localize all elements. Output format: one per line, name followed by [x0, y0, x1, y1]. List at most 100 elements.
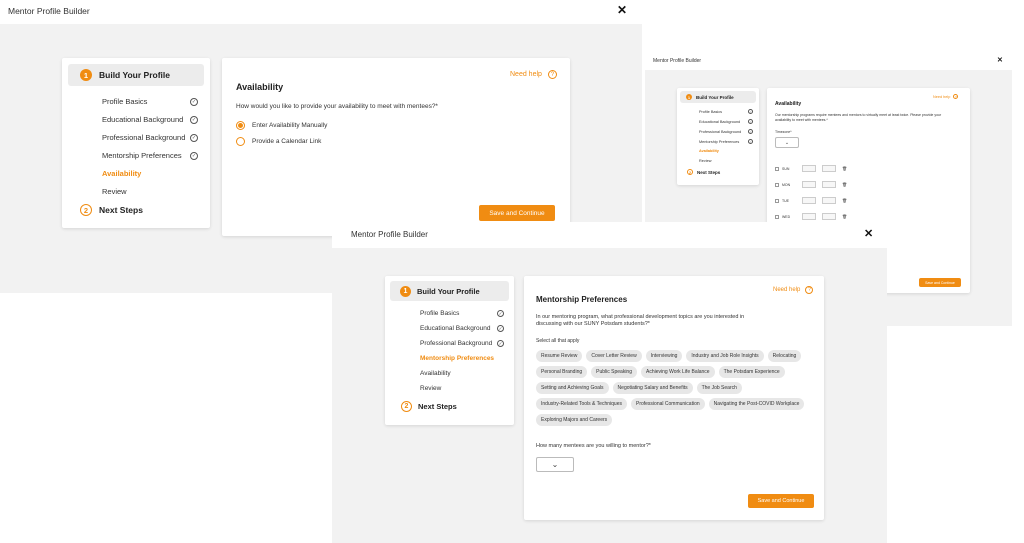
topic-tag-industry-job-role-insights[interactable]: Industry and Job Role Insights — [686, 350, 764, 362]
check-circle-icon: ✓ — [748, 109, 753, 114]
progress-sidebar: 1 Build Your Profile Profile Basics ✓ Ed… — [62, 58, 210, 228]
radio-indicator[interactable] — [236, 137, 245, 146]
radio-label: Provide a Calendar Link — [252, 138, 322, 145]
save-and-continue-button[interactable]: Save and Continue — [748, 494, 814, 508]
need-help-link[interactable]: Need help ? — [933, 94, 959, 99]
question-circle-icon: ? — [547, 70, 557, 79]
start-time-input[interactable] — [802, 181, 816, 188]
day-label: MON — [782, 182, 791, 187]
topic-tag-cover-letter-review[interactable]: Cover Letter Review — [586, 350, 642, 362]
panel-title: Mentorship Preferences — [536, 295, 628, 304]
day-row-mon: MON 🗑 — [775, 181, 847, 188]
radio-calendar-link[interactable]: Provide a Calendar Link — [236, 137, 321, 146]
availability-intro: Our mentorship programs require mentees … — [775, 113, 942, 122]
nav-profile-basics[interactable]: Profile Basics ✓ — [420, 310, 504, 317]
topic-tag-public-speaking[interactable]: Public Speaking — [591, 366, 637, 378]
close-icon[interactable]: ✕ — [864, 227, 873, 240]
end-time-input[interactable] — [822, 181, 836, 188]
save-and-continue-button[interactable]: Save and Continue — [479, 205, 555, 221]
nav-mentorship-preferences[interactable]: Mentorship Preferences — [420, 355, 504, 362]
step-number: 1 — [80, 69, 92, 81]
nav-mentorship-preferences[interactable]: Mentorship Preferences ✓ — [102, 151, 198, 160]
trash-icon[interactable]: 🗑 — [842, 214, 847, 219]
topic-tag-exploring-majors[interactable]: Exploring Majors and Careers — [536, 414, 613, 426]
save-and-continue-button[interactable]: Save and Continue — [919, 278, 961, 287]
radio-enter-manually[interactable]: Enter Availability Manually — [236, 121, 327, 130]
nav-label: Review — [102, 187, 127, 196]
trash-icon[interactable]: 🗑 — [842, 198, 847, 203]
nav-availability[interactable]: Availability — [699, 149, 753, 153]
topic-tag-professional-communication[interactable]: Professional Communication — [630, 398, 705, 410]
day-label: TUE — [782, 198, 789, 203]
nav-label: Availability — [102, 169, 142, 178]
topic-tag-job-search[interactable]: The Job Search — [696, 382, 742, 394]
day-checkbox[interactable] — [775, 182, 779, 187]
end-time-input[interactable] — [822, 197, 836, 204]
nav-review[interactable]: Review — [102, 187, 198, 196]
step-number: 2 — [401, 401, 412, 412]
nav-availability[interactable]: Availability — [420, 370, 504, 377]
day-checkbox[interactable] — [775, 214, 779, 219]
nav-educational-background[interactable]: Educational Background ✓ — [699, 119, 753, 124]
topic-tag-setting-goals[interactable]: Setting and Achieving Goals — [536, 382, 609, 394]
nav-label: Educational Background — [102, 115, 184, 124]
check-circle-icon: ✓ — [190, 97, 198, 106]
check-circle-icon: ✓ — [190, 115, 198, 124]
topic-tag-potsdam-experience[interactable]: The Potsdam Experience — [718, 366, 785, 378]
trash-icon[interactable]: 🗑 — [842, 166, 847, 171]
nav-review[interactable]: Review — [420, 385, 504, 392]
end-time-input[interactable] — [822, 213, 836, 220]
day-checkbox[interactable] — [775, 166, 779, 171]
timezone-select[interactable]: ⌄ — [775, 137, 799, 148]
nav-label: Profile Basics — [420, 310, 460, 317]
close-icon[interactable]: ✕ — [997, 56, 1003, 64]
radio-indicator[interactable] — [236, 121, 245, 130]
topic-tag-negotiating-salary[interactable]: Negotiating Salary and Benefits — [612, 382, 693, 394]
step-build-profile[interactable]: 1 Build Your Profile — [68, 64, 204, 86]
question-circle-icon: ? — [953, 94, 959, 99]
window-title: Mentor Profile Builder — [8, 6, 90, 16]
nav-review[interactable]: Review — [699, 159, 753, 163]
check-circle-icon: ✓ — [190, 151, 198, 160]
window-header: Mentor Profile Builder ✕ — [0, 0, 642, 24]
nav-professional-background[interactable]: Professional Background ✓ — [699, 129, 753, 134]
step-number: 2 — [80, 204, 92, 216]
topic-tag-personal-branding[interactable]: Personal Branding — [536, 366, 588, 378]
nav-label: Professional Background — [420, 340, 493, 347]
day-checkbox[interactable] — [775, 198, 779, 203]
nav-profile-basics[interactable]: Profile Basics ✓ — [102, 97, 198, 106]
nav-professional-background[interactable]: Professional Background ✓ — [102, 133, 198, 142]
close-icon[interactable]: ✕ — [617, 3, 627, 17]
nav-educational-background[interactable]: Educational Background ✓ — [102, 115, 198, 124]
end-time-input[interactable] — [822, 165, 836, 172]
nav-profile-basics[interactable]: Profile Basics ✓ — [699, 109, 753, 114]
step-next-steps[interactable]: 2 Next Steps — [687, 169, 720, 175]
step-next-steps[interactable]: 2 Next Steps — [80, 204, 143, 216]
trash-icon[interactable]: 🗑 — [842, 182, 847, 187]
mentee-count-select[interactable]: ⌄ — [536, 457, 574, 472]
start-time-input[interactable] — [802, 165, 816, 172]
step-build-profile[interactable]: 1 Build Your Profile — [680, 91, 756, 103]
topic-tag-work-life-balance[interactable]: Achieving Work Life Balance — [641, 366, 715, 378]
topic-tag-interviewing[interactable]: Interviewing — [645, 350, 683, 362]
topic-tag-resume-review[interactable]: Resume Review — [536, 350, 583, 362]
topic-tag-relocating[interactable]: Relocating — [767, 350, 802, 362]
nav-mentorship-preferences[interactable]: Mentorship Preferences ✓ — [699, 139, 753, 144]
need-help-link[interactable]: Need help ? — [773, 286, 814, 294]
step-number: 1 — [400, 285, 411, 297]
step-build-profile[interactable]: 1 Build Your Profile — [390, 281, 509, 301]
help-label: Need help — [773, 287, 801, 293]
need-help-link[interactable]: Need help ? — [510, 70, 557, 79]
start-time-input[interactable] — [802, 197, 816, 204]
chevron-down-icon: ⌄ — [551, 460, 559, 469]
step-next-steps[interactable]: 2 Next Steps — [401, 401, 457, 412]
topic-tags: Resume Review Cover Letter Review Interv… — [536, 350, 806, 426]
topic-tag-post-covid-workplace[interactable]: Navigating the Post-COVID Workplace — [708, 398, 805, 410]
nav-availability[interactable]: Availability — [102, 169, 198, 178]
start-time-input[interactable] — [802, 213, 816, 220]
nav-educational-background[interactable]: Educational Background ✓ — [420, 325, 504, 332]
topic-tag-industry-tools[interactable]: Industry-Related Tools & Techniques — [536, 398, 627, 410]
nav-label: Mentorship Preferences — [102, 151, 182, 160]
mentorship-preferences-panel: Need help ? Mentorship Preferences In ou… — [524, 276, 824, 520]
nav-professional-background[interactable]: Professional Background ✓ — [420, 340, 504, 347]
